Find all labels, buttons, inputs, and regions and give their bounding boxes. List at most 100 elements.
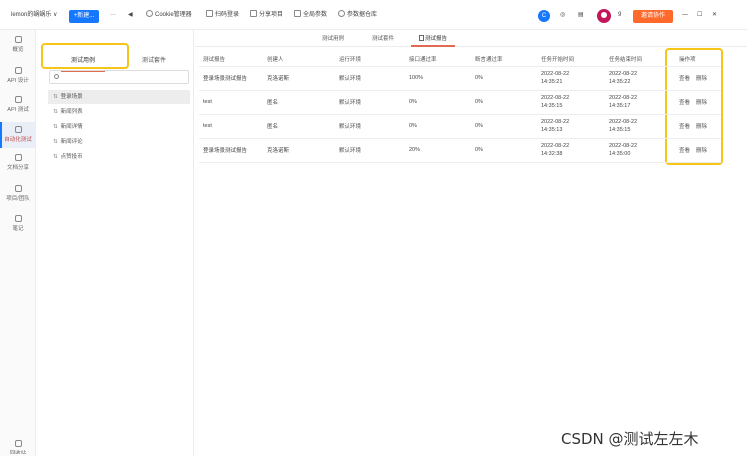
rail-item-api-test[interactable]: API 测试	[0, 96, 36, 118]
rail-item-doc-share[interactable]: 文档分享	[0, 154, 36, 176]
param-db-link[interactable]: 参数据仓库	[338, 0, 377, 30]
document-icon[interactable]: ▤	[578, 0, 584, 30]
col-api-rate: 接口通过率	[405, 52, 471, 67]
rail-label: 自动化测试	[4, 137, 32, 143]
view-link[interactable]: 查看	[679, 124, 690, 130]
team-icon	[14, 185, 22, 192]
sort-icon: ⇅	[53, 124, 58, 130]
report-main: 测试用例 测试套件 测试报告 测试报告 创建人 运行环境 接口通过率 断言通过率…	[195, 30, 747, 456]
start-time: 14:35:13	[541, 127, 563, 133]
table-row[interactable]: test 匿名 默认环境 0% 0% 2022-08-22 14:35:15 20…	[199, 90, 721, 115]
table-row[interactable]: test 匿名 默认环境 0% 0% 2022-08-22 14:35:13 20…	[199, 114, 721, 139]
col-end: 任务结束时间	[605, 52, 675, 67]
col-creator: 创建人	[263, 52, 335, 67]
rail-item-automation[interactable]: 自动化测试	[0, 122, 36, 148]
bell-icon[interactable]: ◎	[560, 0, 565, 30]
col-ops: 操作项	[675, 52, 721, 67]
maximize-button[interactable]: ☐	[697, 0, 702, 30]
cookie-manager-link[interactable]: Cookie管理器	[146, 0, 192, 30]
list-item[interactable]: ⇅ 新闻评论	[48, 135, 190, 149]
new-button[interactable]: +新建...	[69, 10, 99, 23]
cell-ops: 查看 删除	[675, 114, 721, 139]
list-item[interactable]: ⇅ 登录场景	[48, 90, 190, 104]
status-circle-icon[interactable]: C	[538, 10, 550, 22]
cell-creator: 克洛诺斯	[263, 66, 335, 91]
rail-label: 回收站	[9, 451, 27, 454]
cell-start: 2022-08-22 14:35:15	[537, 90, 605, 115]
more-icon[interactable]: ···	[110, 0, 116, 30]
delete-link[interactable]: 删除	[696, 124, 707, 130]
cell-start: 2022-08-22 14:32:38	[537, 138, 605, 163]
share-project-link[interactable]: 分享项目	[250, 0, 283, 30]
trash-icon	[14, 440, 22, 447]
table-row[interactable]: 登录场景测试报告 克洛诺斯 默认环境 20% 0% 2022-08-22 14:3…	[199, 138, 721, 163]
note-icon	[14, 215, 22, 222]
back-icon[interactable]: ◀	[128, 0, 133, 30]
cell-end: 2022-08-22 14:35:00	[605, 138, 675, 163]
case-label: 新闻列表	[60, 109, 83, 115]
cell-env: 默认环境	[335, 138, 405, 163]
cell-assert-rate: 0%	[471, 66, 537, 91]
cell-end: 2022-08-22 14:35:15	[605, 114, 675, 139]
rail-item-overview[interactable]: 概览	[0, 36, 36, 58]
cell-api-rate: 0%	[405, 90, 471, 115]
cell-end: 2022-08-22 14:35:17	[605, 90, 675, 115]
list-item[interactable]: ⇅ 点赞投币	[48, 150, 190, 164]
cell-ops: 查看 删除	[675, 90, 721, 115]
sort-icon: ⇅	[53, 94, 58, 100]
invite-button[interactable]: 邀请协作	[633, 10, 673, 23]
global-params-link[interactable]: 全局参数	[294, 0, 327, 30]
scan-login-link[interactable]: 扫码登录	[206, 0, 239, 30]
tab-reports-label: 测试报告	[425, 36, 448, 42]
start-date: 2022-08-22	[541, 71, 570, 77]
tab-suites[interactable]: 测试套件	[372, 34, 394, 42]
project-switcher[interactable]: lemon的蜗蜗乐 ∨	[11, 0, 57, 30]
rail-item-notes[interactable]: 笔记	[0, 215, 36, 237]
report-table: 测试报告 创建人 运行环境 接口通过率 断言通过率 任务开始时间 任务结束时间 …	[199, 52, 721, 163]
search-input[interactable]	[49, 70, 189, 84]
report-icon	[419, 35, 424, 41]
delete-link[interactable]: 删除	[696, 100, 707, 106]
tab-test-suites[interactable]: 测试套件	[125, 55, 183, 69]
tab-reports[interactable]: 测试报告	[410, 34, 456, 47]
api-design-icon	[14, 67, 22, 74]
view-link[interactable]: 查看	[679, 100, 690, 106]
cell-ops: 查看 删除	[675, 66, 721, 91]
rail-item-trash[interactable]: 回收站	[0, 440, 36, 456]
minimize-button[interactable]: —	[682, 0, 688, 30]
top-bar: lemon的蜗蜗乐 ∨ +新建... ··· ◀ Cookie管理器 扫码登录 …	[0, 0, 747, 30]
close-button[interactable]: ✕	[712, 0, 717, 30]
rail-label: API 设计	[7, 78, 29, 84]
cell-assert-rate: 0%	[471, 138, 537, 163]
start-time: 14:32:38	[541, 151, 563, 157]
scan-icon	[206, 10, 213, 18]
rail-label: 笔记	[12, 226, 24, 232]
cell-creator: 匿名	[263, 114, 335, 139]
delete-link[interactable]: 删除	[696, 148, 707, 154]
share-label: 分享项目	[259, 12, 284, 18]
cell-report: test	[199, 114, 263, 139]
case-label: 新闻评论	[60, 139, 83, 145]
rail-label: 文档分享	[6, 165, 29, 171]
list-item[interactable]: ⇅ 新闻详情	[48, 120, 190, 134]
tab-cases[interactable]: 测试用例	[322, 34, 344, 42]
table-row[interactable]: 登录场景测试报告 克洛诺斯 默认环境 100% 0% 2022-08-22 14:…	[199, 66, 721, 91]
end-date: 2022-08-22	[609, 143, 638, 149]
avatar[interactable]	[597, 9, 611, 23]
view-link[interactable]: 查看	[679, 76, 690, 82]
list-item[interactable]: ⇅ 新闻列表	[48, 105, 190, 119]
cookie-icon	[146, 10, 153, 18]
start-date: 2022-08-22	[541, 143, 570, 149]
notification-count: 9	[618, 12, 622, 18]
delete-link[interactable]: 删除	[696, 76, 707, 82]
tab-test-cases[interactable]: 测试用例	[49, 55, 117, 72]
view-link[interactable]: 查看	[679, 148, 690, 154]
case-panel: 测试用例 测试套件 ⇅ 登录场景 ⇅ 新闻列表 ⇅ 新闻详情 ⇅ 新闻评论 ⇅ 点赞投币	[37, 30, 194, 456]
rail-item-api-design[interactable]: API 设计	[0, 67, 36, 89]
cell-report: test	[199, 90, 263, 115]
col-env: 运行环境	[335, 52, 405, 67]
end-time: 14:35:00	[609, 151, 631, 157]
start-date: 2022-08-22	[541, 119, 570, 125]
rail-item-team[interactable]: 项目/团队	[0, 185, 36, 207]
cell-env: 默认环境	[335, 114, 405, 139]
